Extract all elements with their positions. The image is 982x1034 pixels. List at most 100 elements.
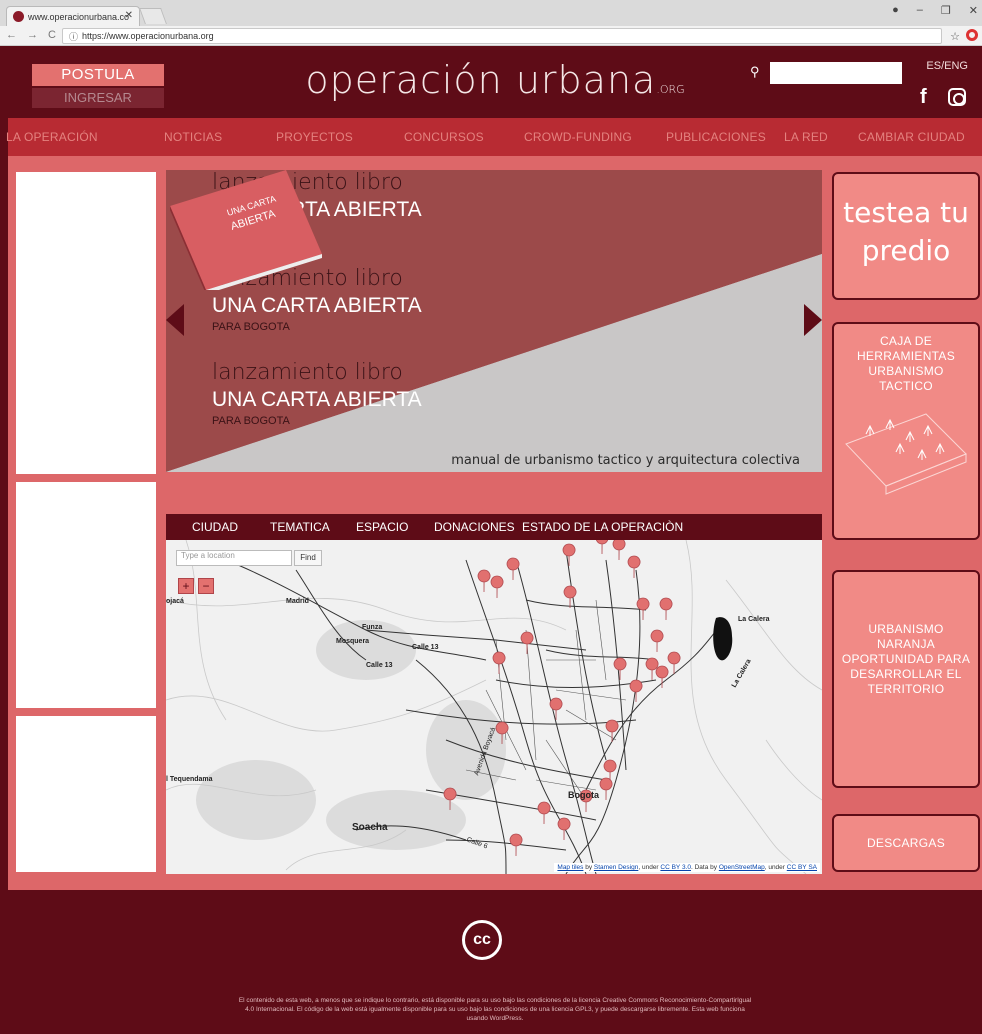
left-banner-3[interactable] [16, 716, 156, 872]
map-label: ojacá [166, 598, 184, 605]
cc-by-sa-link[interactable]: CC BY SA [787, 864, 817, 871]
map-tab-tematica[interactable]: TEMATICA [270, 520, 330, 534]
main-nav: LA OPERACIÓN NOTICIAS PROYECTOS CONCURSO… [6, 118, 982, 156]
attrib-text: . Data by [691, 864, 719, 871]
caja-line: HERRAMIENTAS [856, 349, 956, 363]
slider-next-arrow[interactable] [804, 304, 822, 336]
map-label: Calle 13 [412, 644, 439, 651]
projects-map[interactable]: Type a location Find + − Madrid Mosquera… [166, 540, 822, 874]
nav-crowd-funding[interactable]: CROWD-FUNDING [524, 130, 632, 144]
slide-block-3: lanzamiento libro UNA CARTA ABIERTA PARA… [212, 360, 422, 428]
logo-suffix: .ORG [656, 83, 685, 96]
zoom-in-button[interactable]: + [178, 578, 194, 594]
nav-proyectos[interactable]: PROYECTOS [276, 130, 353, 144]
map-label: La Calera [738, 616, 770, 623]
search-input[interactable] [770, 62, 902, 84]
map-tab-ciudad[interactable]: CIUDAD [192, 520, 238, 534]
browser-tab[interactable]: www.operacionurbana.co ✕ [6, 6, 140, 26]
caja-line: TACTICO [879, 379, 933, 393]
nav-la-operacion[interactable]: LA OPERACIÓN [6, 130, 98, 144]
map-label: Soacha [352, 822, 388, 833]
map-tab-espacio[interactable]: ESPACIO [356, 520, 408, 534]
map-label: Madrid [286, 598, 309, 605]
language-switch[interactable]: ES/ENG [926, 60, 968, 72]
site-footer: cc El contenido de esta web, a menos que… [8, 890, 982, 1034]
naranja-line: TERRITORIO [867, 682, 945, 696]
main-content: lanzamiento libro UNA CARTA ABIERTA PARA… [8, 156, 982, 890]
slider-prev-arrow[interactable] [166, 304, 184, 336]
instagram-icon[interactable] [948, 88, 966, 106]
reload-icon[interactable]: C [48, 29, 56, 41]
hero-slider[interactable]: lanzamiento libro UNA CARTA ABIERTA PARA… [166, 170, 822, 472]
close-window-icon[interactable]: ✕ [969, 4, 978, 17]
slide-line-1: lanzamiento libro [212, 360, 403, 385]
testea-tu-predio-card[interactable]: testea tu predio [832, 172, 980, 300]
attrib-text: by [583, 864, 594, 871]
map-tab-donaciones[interactable]: DONACIONES [434, 520, 515, 534]
testea-line-2: predio [861, 234, 951, 267]
search-icon[interactable]: ⚲ [750, 64, 760, 80]
slide-line-2: UNA CARTA ABIERTA [212, 388, 422, 411]
cc-by-link[interactable]: CC BY 3.0 [660, 864, 691, 871]
map-tab-estado[interactable]: ESTADO DE LA OPERACIÒN [522, 520, 683, 534]
back-icon[interactable]: ← [6, 29, 17, 41]
nav-concursos[interactable]: CONCURSOS [404, 130, 484, 144]
site-header: POSTULA INGRESAR operación urbana.ORG ⚲ … [8, 48, 982, 118]
forward-icon[interactable]: → [27, 29, 38, 41]
browser-tabstrip: www.operacionurbana.co ✕ ● – ❐ ✕ [0, 0, 982, 26]
nav-cambiar-ciudad[interactable]: CAMBIAR CIUDAD [858, 130, 965, 144]
attrib-text: , under [638, 864, 661, 871]
nav-publicaciones[interactable]: PUBLICACIONES [666, 130, 766, 144]
facebook-icon[interactable]: f [920, 86, 927, 109]
naranja-line: OPORTUNIDAD PARA [841, 652, 971, 666]
nav-la-red[interactable]: LA RED [784, 130, 828, 144]
caja-line: CAJA DE [879, 334, 933, 348]
zoom-out-button[interactable]: − [198, 578, 214, 594]
left-banner-1[interactable] [16, 172, 156, 474]
stamen-link[interactable]: Stamen Design [594, 864, 638, 871]
slide-caption: manual de urbanismo tactico y arquitectu… [451, 453, 800, 468]
profile-icon[interactable]: ● [892, 4, 899, 17]
tab-title: www.operacionurbana.co [28, 11, 130, 22]
minimize-icon[interactable]: – [917, 4, 923, 17]
footer-license-text: El contenido de esta web, a menos que se… [238, 997, 752, 1022]
naranja-line: DESARROLLAR EL [850, 667, 962, 681]
naranja-line: URBANISMO [868, 622, 944, 636]
url-text: https://www.operacionurbana.org [82, 31, 214, 41]
testea-line-1: testea tu [843, 196, 969, 229]
attrib-text: , under [764, 864, 787, 871]
browser-nav: ← → C [6, 29, 56, 41]
address-bar[interactable]: ⓘ https://www.operacionurbana.org [62, 28, 942, 44]
new-tab-button[interactable] [139, 8, 167, 24]
map-canvas [166, 540, 822, 874]
map-tiles-link[interactable]: Map tiles [557, 864, 583, 871]
close-tab-icon[interactable]: ✕ [125, 10, 133, 21]
map-label: Calle 13 [366, 662, 393, 669]
map-find-button[interactable]: Find [294, 550, 322, 566]
urbanismo-naranja-card[interactable]: URBANISMO NARANJA OPORTUNIDAD PARA DESAR… [832, 570, 980, 788]
naranja-line: NARANJA [876, 637, 936, 651]
osm-link[interactable]: OpenStreetMap [719, 864, 765, 871]
descargas-label: DESCARGAS [866, 836, 946, 850]
extension-icon[interactable] [966, 29, 978, 41]
map-tabs: CIUDAD TEMATICA ESPACIO DONACIONES ESTAD… [166, 514, 822, 540]
info-icon[interactable]: ⓘ [69, 30, 78, 43]
left-banner-2[interactable] [16, 482, 156, 708]
creative-commons-icon[interactable]: cc [462, 920, 502, 960]
book-image: UNA CARTA ABIERTA [170, 170, 322, 290]
window-controls: ● – ❐ ✕ [892, 4, 978, 17]
slide-line-3: PARA BOGOTA [212, 415, 290, 427]
slide-line-3: PARA BOGOTA [212, 321, 290, 333]
map-attribution: Map tiles by Stamen Design, under CC BY … [554, 863, 820, 872]
map-search-input[interactable]: Type a location [176, 550, 292, 566]
bookmark-star-icon[interactable]: ☆ [950, 30, 960, 43]
caja-herramientas-card[interactable]: CAJA DE HERRAMIENTAS URBANISMO TACTICO [832, 322, 980, 540]
restore-icon[interactable]: ❐ [941, 4, 951, 17]
map-label: Funza [362, 624, 383, 631]
toolbox-illustration [845, 413, 967, 495]
favicon-icon [13, 11, 24, 22]
logo-text: operación urbana [305, 58, 657, 102]
map-label: l Tequendama [166, 776, 213, 783]
descargas-card[interactable]: DESCARGAS [832, 814, 980, 872]
nav-noticias[interactable]: NOTICIAS [164, 130, 222, 144]
